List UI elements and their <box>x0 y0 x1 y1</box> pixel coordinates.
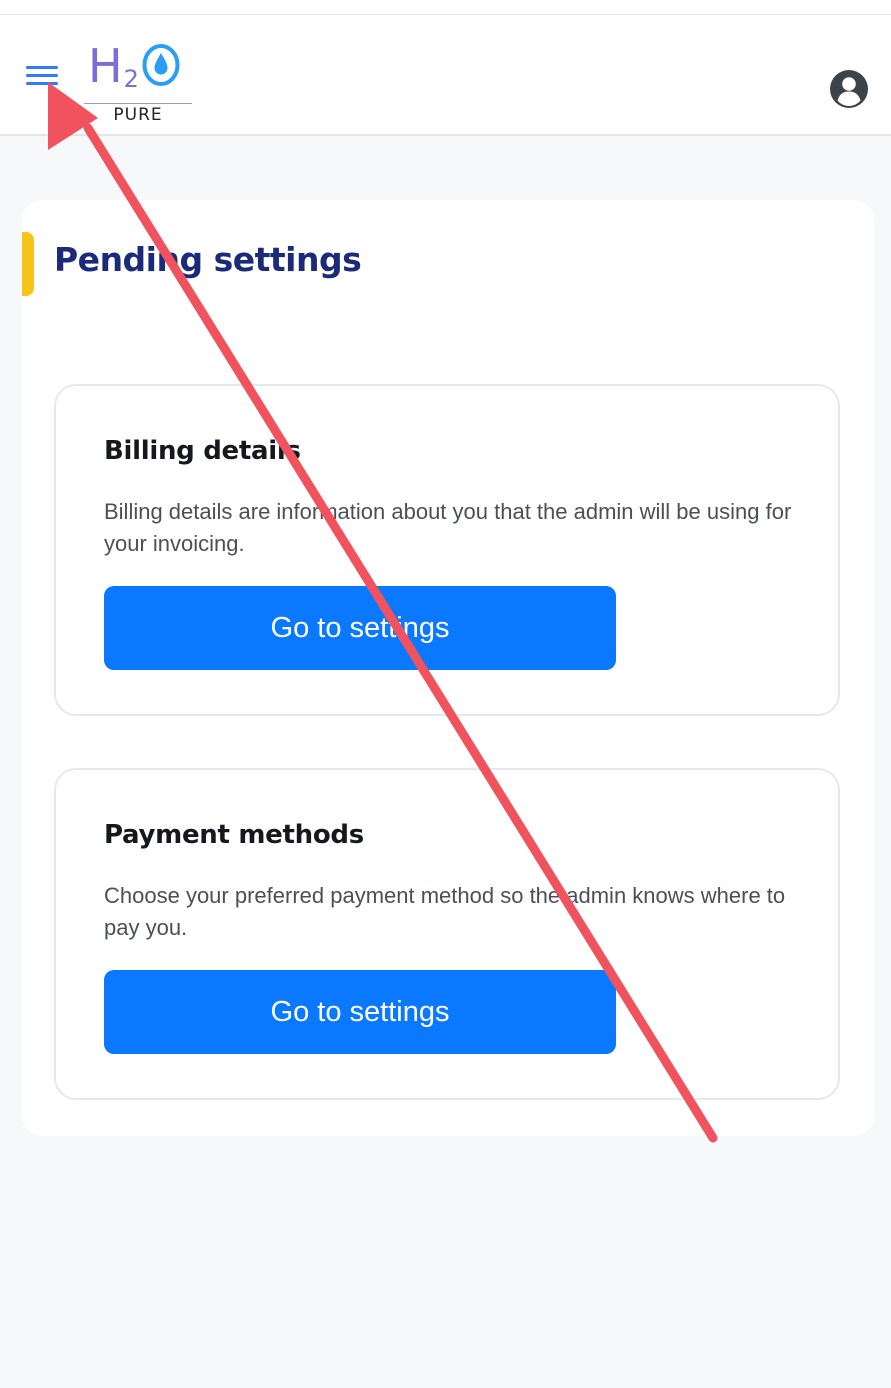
card-description: Choose your preferred payment method so … <box>104 883 786 940</box>
payment-go-to-settings-button[interactable]: Go to settings <box>104 970 616 1054</box>
page-title: Pending settings <box>54 240 362 279</box>
billing-go-to-settings-button[interactable]: Go to settings <box>104 586 616 670</box>
logo-letter-h: H <box>88 39 123 93</box>
card-title: Billing details <box>104 436 301 466</box>
card-description: Billing details are information about yo… <box>104 499 792 556</box>
pending-settings-panel: Pending settings Billing details Billing… <box>22 200 874 1136</box>
app-header: H 2 PURE <box>0 15 891 136</box>
logo-mark: H 2 <box>88 37 181 93</box>
card-title: Payment methods <box>104 820 364 850</box>
logo-divider <box>84 103 192 104</box>
status-strip <box>0 0 891 15</box>
hamburger-menu-icon[interactable] <box>24 61 60 89</box>
user-avatar-icon[interactable] <box>829 69 869 109</box>
h2o-pure-logo[interactable]: H 2 PURE <box>84 37 194 125</box>
billing-details-card: Billing details Billing details are info… <box>54 384 840 716</box>
payment-methods-card: Payment methods Choose your preferred pa… <box>54 768 840 1100</box>
logo-subscript-2: 2 <box>123 65 139 93</box>
title-marker <box>22 232 34 296</box>
water-drop-icon <box>142 44 180 86</box>
logo-tagline: PURE <box>113 105 163 125</box>
